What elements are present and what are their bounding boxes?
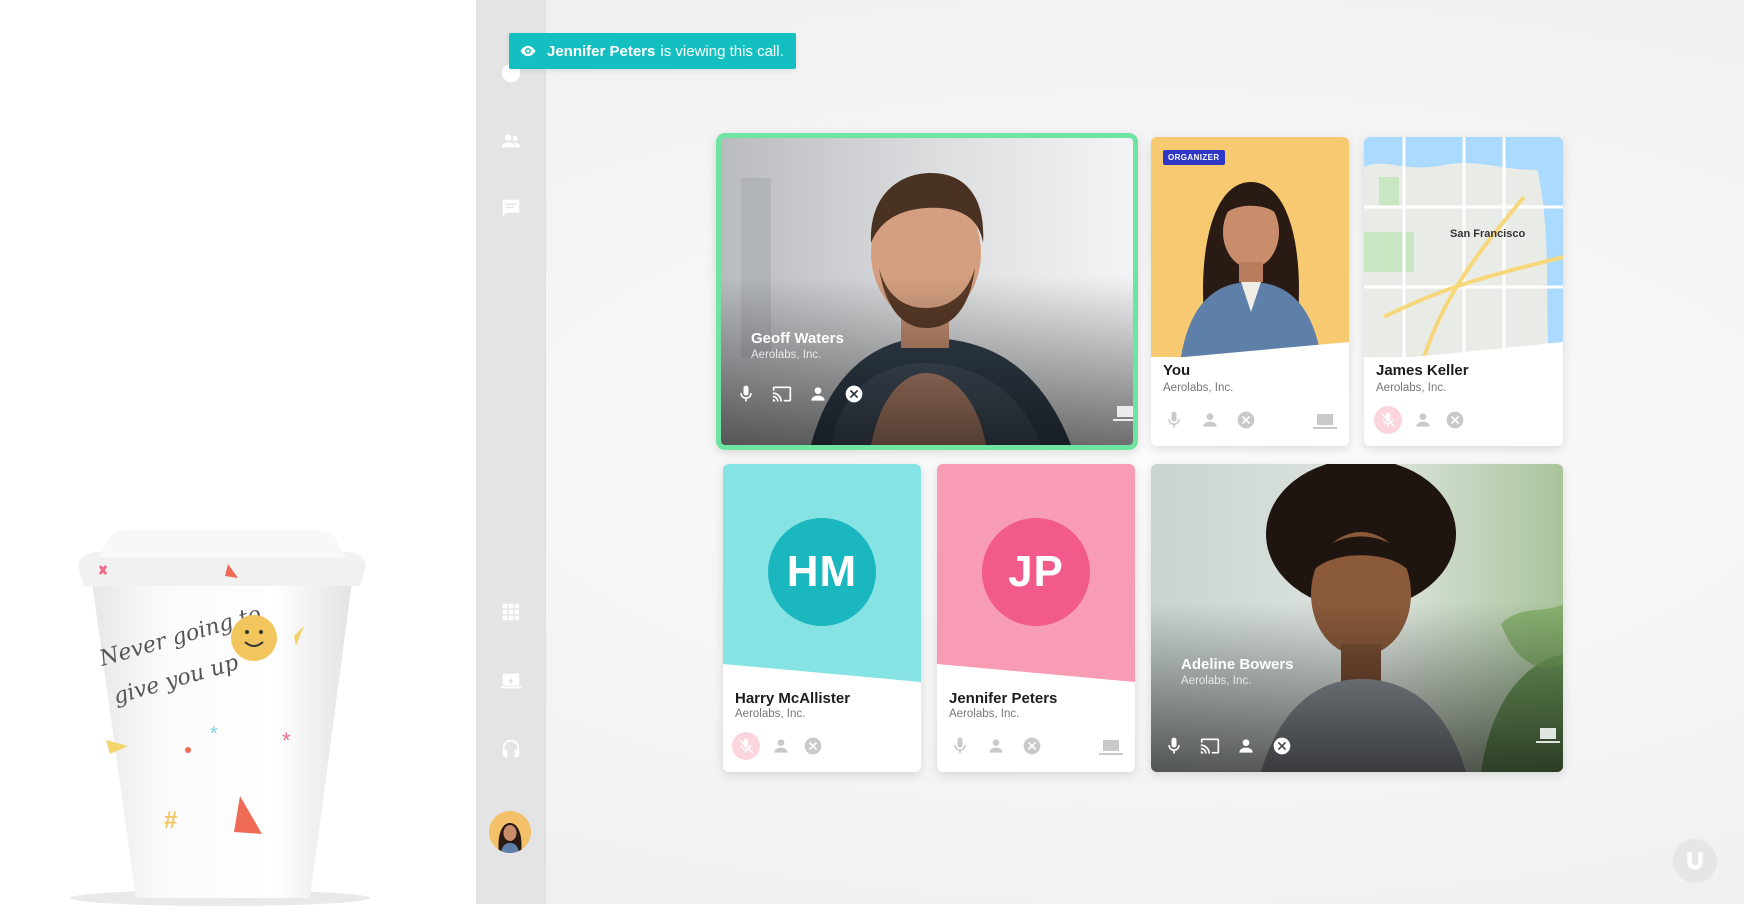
chat-icon[interactable] <box>476 191 546 225</box>
bottom-band <box>476 904 1744 924</box>
participant-company: Aerolabs, Inc. <box>751 349 822 361</box>
user-avatar[interactable] <box>489 811 531 853</box>
grid-icon[interactable] <box>476 595 546 629</box>
remove-participant-icon[interactable] <box>1271 735 1293 757</box>
viewer-notification-toast: Jennifer Peters is viewing this call. <box>509 33 796 69</box>
participant-company: Aerolabs, Inc. <box>1163 382 1234 394</box>
person-icon[interactable] <box>1235 735 1257 757</box>
svg-text:*: * <box>282 728 291 753</box>
help-button[interactable] <box>1673 839 1717 883</box>
participant-name: Harry McAllister <box>735 690 851 707</box>
eye-icon <box>520 45 536 57</box>
screen-share-icon[interactable] <box>476 664 546 698</box>
participant-photo <box>1151 137 1349 357</box>
remove-participant-icon[interactable] <box>1235 409 1257 431</box>
participant-tile-james-keller[interactable]: San Francisco James Keller Aerolabs, Inc… <box>1364 137 1563 446</box>
participant-name: Geoff Waters <box>751 330 844 347</box>
microphone-icon[interactable] <box>1163 735 1185 757</box>
people-icon[interactable] <box>476 124 546 158</box>
person-icon[interactable] <box>1412 409 1434 431</box>
map-city-label: San Francisco <box>1450 228 1525 240</box>
initials-avatar: JP <box>982 518 1090 626</box>
participant-name: Adeline Bowers <box>1181 656 1294 673</box>
help-logo-icon <box>1687 852 1703 870</box>
cast-icon[interactable] <box>771 383 793 405</box>
participant-name: Jennifer Peters <box>949 690 1058 707</box>
svg-text:#: # <box>164 807 177 834</box>
person-icon[interactable] <box>985 735 1007 757</box>
viewer-name: Jennifer Peters <box>547 42 656 60</box>
sidebar <box>476 0 546 904</box>
microphone-icon[interactable] <box>949 735 971 757</box>
coffee-cup-illustration: Never going to give you up # * * <box>70 530 370 906</box>
location-map: San Francisco <box>1364 137 1563 357</box>
laptop-icon <box>1099 737 1123 757</box>
viewer-message: is viewing this call. <box>660 42 784 60</box>
person-icon[interactable] <box>770 735 792 757</box>
participant-name: James Keller <box>1376 362 1469 379</box>
cast-icon[interactable] <box>1199 735 1221 757</box>
participant-company: Aerolabs, Inc. <box>735 708 806 720</box>
laptop-icon <box>1536 725 1560 745</box>
participant-company: Aerolabs, Inc. <box>949 708 1020 720</box>
remove-participant-icon[interactable] <box>802 735 824 757</box>
person-icon[interactable] <box>1199 409 1221 431</box>
participant-tile-geoff-waters[interactable]: Geoff Waters Aerolabs, Inc. <box>716 133 1138 450</box>
participant-tile-harry-mcallister[interactable]: HM Harry McAllister Aerolabs, Inc. <box>723 464 921 772</box>
microphone-icon[interactable] <box>1163 409 1185 431</box>
participant-tile-jennifer-peters[interactable]: JP Jennifer Peters Aerolabs, Inc. <box>937 464 1135 772</box>
organizer-badge: ORGANIZER <box>1163 150 1225 165</box>
microphone-icon[interactable] <box>735 383 757 405</box>
participant-company: Aerolabs, Inc. <box>1181 675 1252 687</box>
remove-participant-icon[interactable] <box>843 383 865 405</box>
laptop-icon <box>1113 403 1133 423</box>
laptop-icon <box>1313 411 1337 431</box>
person-icon[interactable] <box>807 383 829 405</box>
microphone-muted-icon[interactable] <box>732 732 760 760</box>
participant-tile-adeline-bowers[interactable]: Adeline Bowers Aerolabs, Inc. <box>1151 464 1563 772</box>
participant-name: You <box>1163 362 1191 379</box>
participant-tile-you[interactable]: ORGANIZER You Aerolabs, Inc. <box>1151 137 1349 446</box>
remove-participant-icon[interactable] <box>1021 735 1043 757</box>
participant-company: Aerolabs, Inc. <box>1376 382 1447 394</box>
remove-participant-icon[interactable] <box>1444 409 1466 431</box>
svg-text:*: * <box>210 723 218 745</box>
microphone-muted-icon[interactable] <box>1374 406 1402 434</box>
participant-video <box>1151 464 1563 772</box>
initials-avatar: HM <box>768 518 876 626</box>
headset-icon[interactable] <box>476 732 546 766</box>
